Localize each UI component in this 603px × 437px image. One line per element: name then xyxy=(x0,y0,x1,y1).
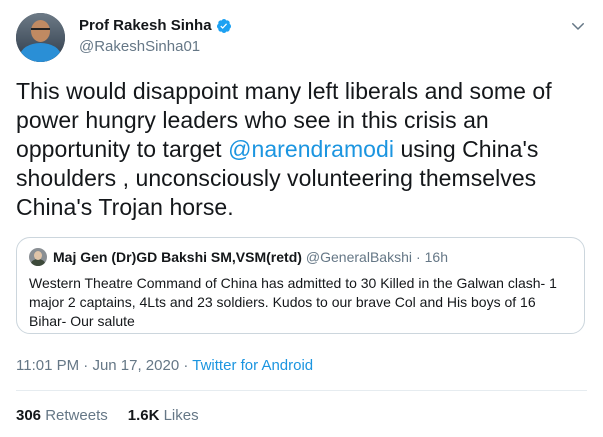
divider xyxy=(16,390,587,391)
tweet-stats: 306 Retweets 1.6K Likes xyxy=(16,407,219,424)
likes-count: 1.6K xyxy=(127,407,160,424)
tweet-source-link[interactable]: Twitter for Android xyxy=(192,357,313,374)
tweet-text: This would disappoint many left liberals… xyxy=(16,77,591,222)
author-handle[interactable]: @RakeshSinha01 xyxy=(79,38,200,55)
tweet: Prof Rakesh Sinha @RakeshSinha01 This wo… xyxy=(0,0,603,437)
tweet-time[interactable]: 11:01 PM xyxy=(16,357,79,374)
quoted-text: Western Theatre Command of China has adm… xyxy=(29,275,557,329)
tweet-date[interactable]: Jun 17, 2020 xyxy=(92,357,179,374)
quoted-author-handle: @GeneralBakshi xyxy=(305,249,412,265)
verified-badge-icon xyxy=(216,18,231,33)
author-avatar[interactable] xyxy=(16,13,65,62)
likes-label: Likes xyxy=(163,407,199,424)
author-name[interactable]: Prof Rakesh Sinha xyxy=(79,17,212,34)
quoted-tweet[interactable]: Maj Gen (Dr)GD Bakshi SM,VSM(retd) @Gene… xyxy=(16,237,585,334)
quoted-separator: · xyxy=(415,249,421,265)
chevron-down-icon[interactable] xyxy=(569,17,587,35)
quoted-header: Maj Gen (Dr)GD Bakshi SM,VSM(retd) @Gene… xyxy=(29,248,448,266)
meta-separator: · xyxy=(183,357,189,374)
likes-stat[interactable]: 1.6K Likes xyxy=(128,407,199,424)
retweets-stat[interactable]: 306 Retweets xyxy=(16,407,108,424)
tweet-meta: 11:01 PM · Jun 17, 2020 · Twitter for An… xyxy=(16,357,313,374)
quoted-author-name: Maj Gen (Dr)GD Bakshi SM,VSM(retd) xyxy=(53,249,302,265)
retweets-count: 306 xyxy=(16,407,42,424)
author-name-row[interactable]: Prof Rakesh Sinha xyxy=(79,17,232,34)
quoted-avatar xyxy=(29,248,47,266)
retweets-label: Retweets xyxy=(45,407,108,424)
meta-separator: · xyxy=(83,357,89,374)
mention-link[interactable]: @narendramodi xyxy=(228,136,394,162)
quoted-time: 16h xyxy=(424,249,448,265)
